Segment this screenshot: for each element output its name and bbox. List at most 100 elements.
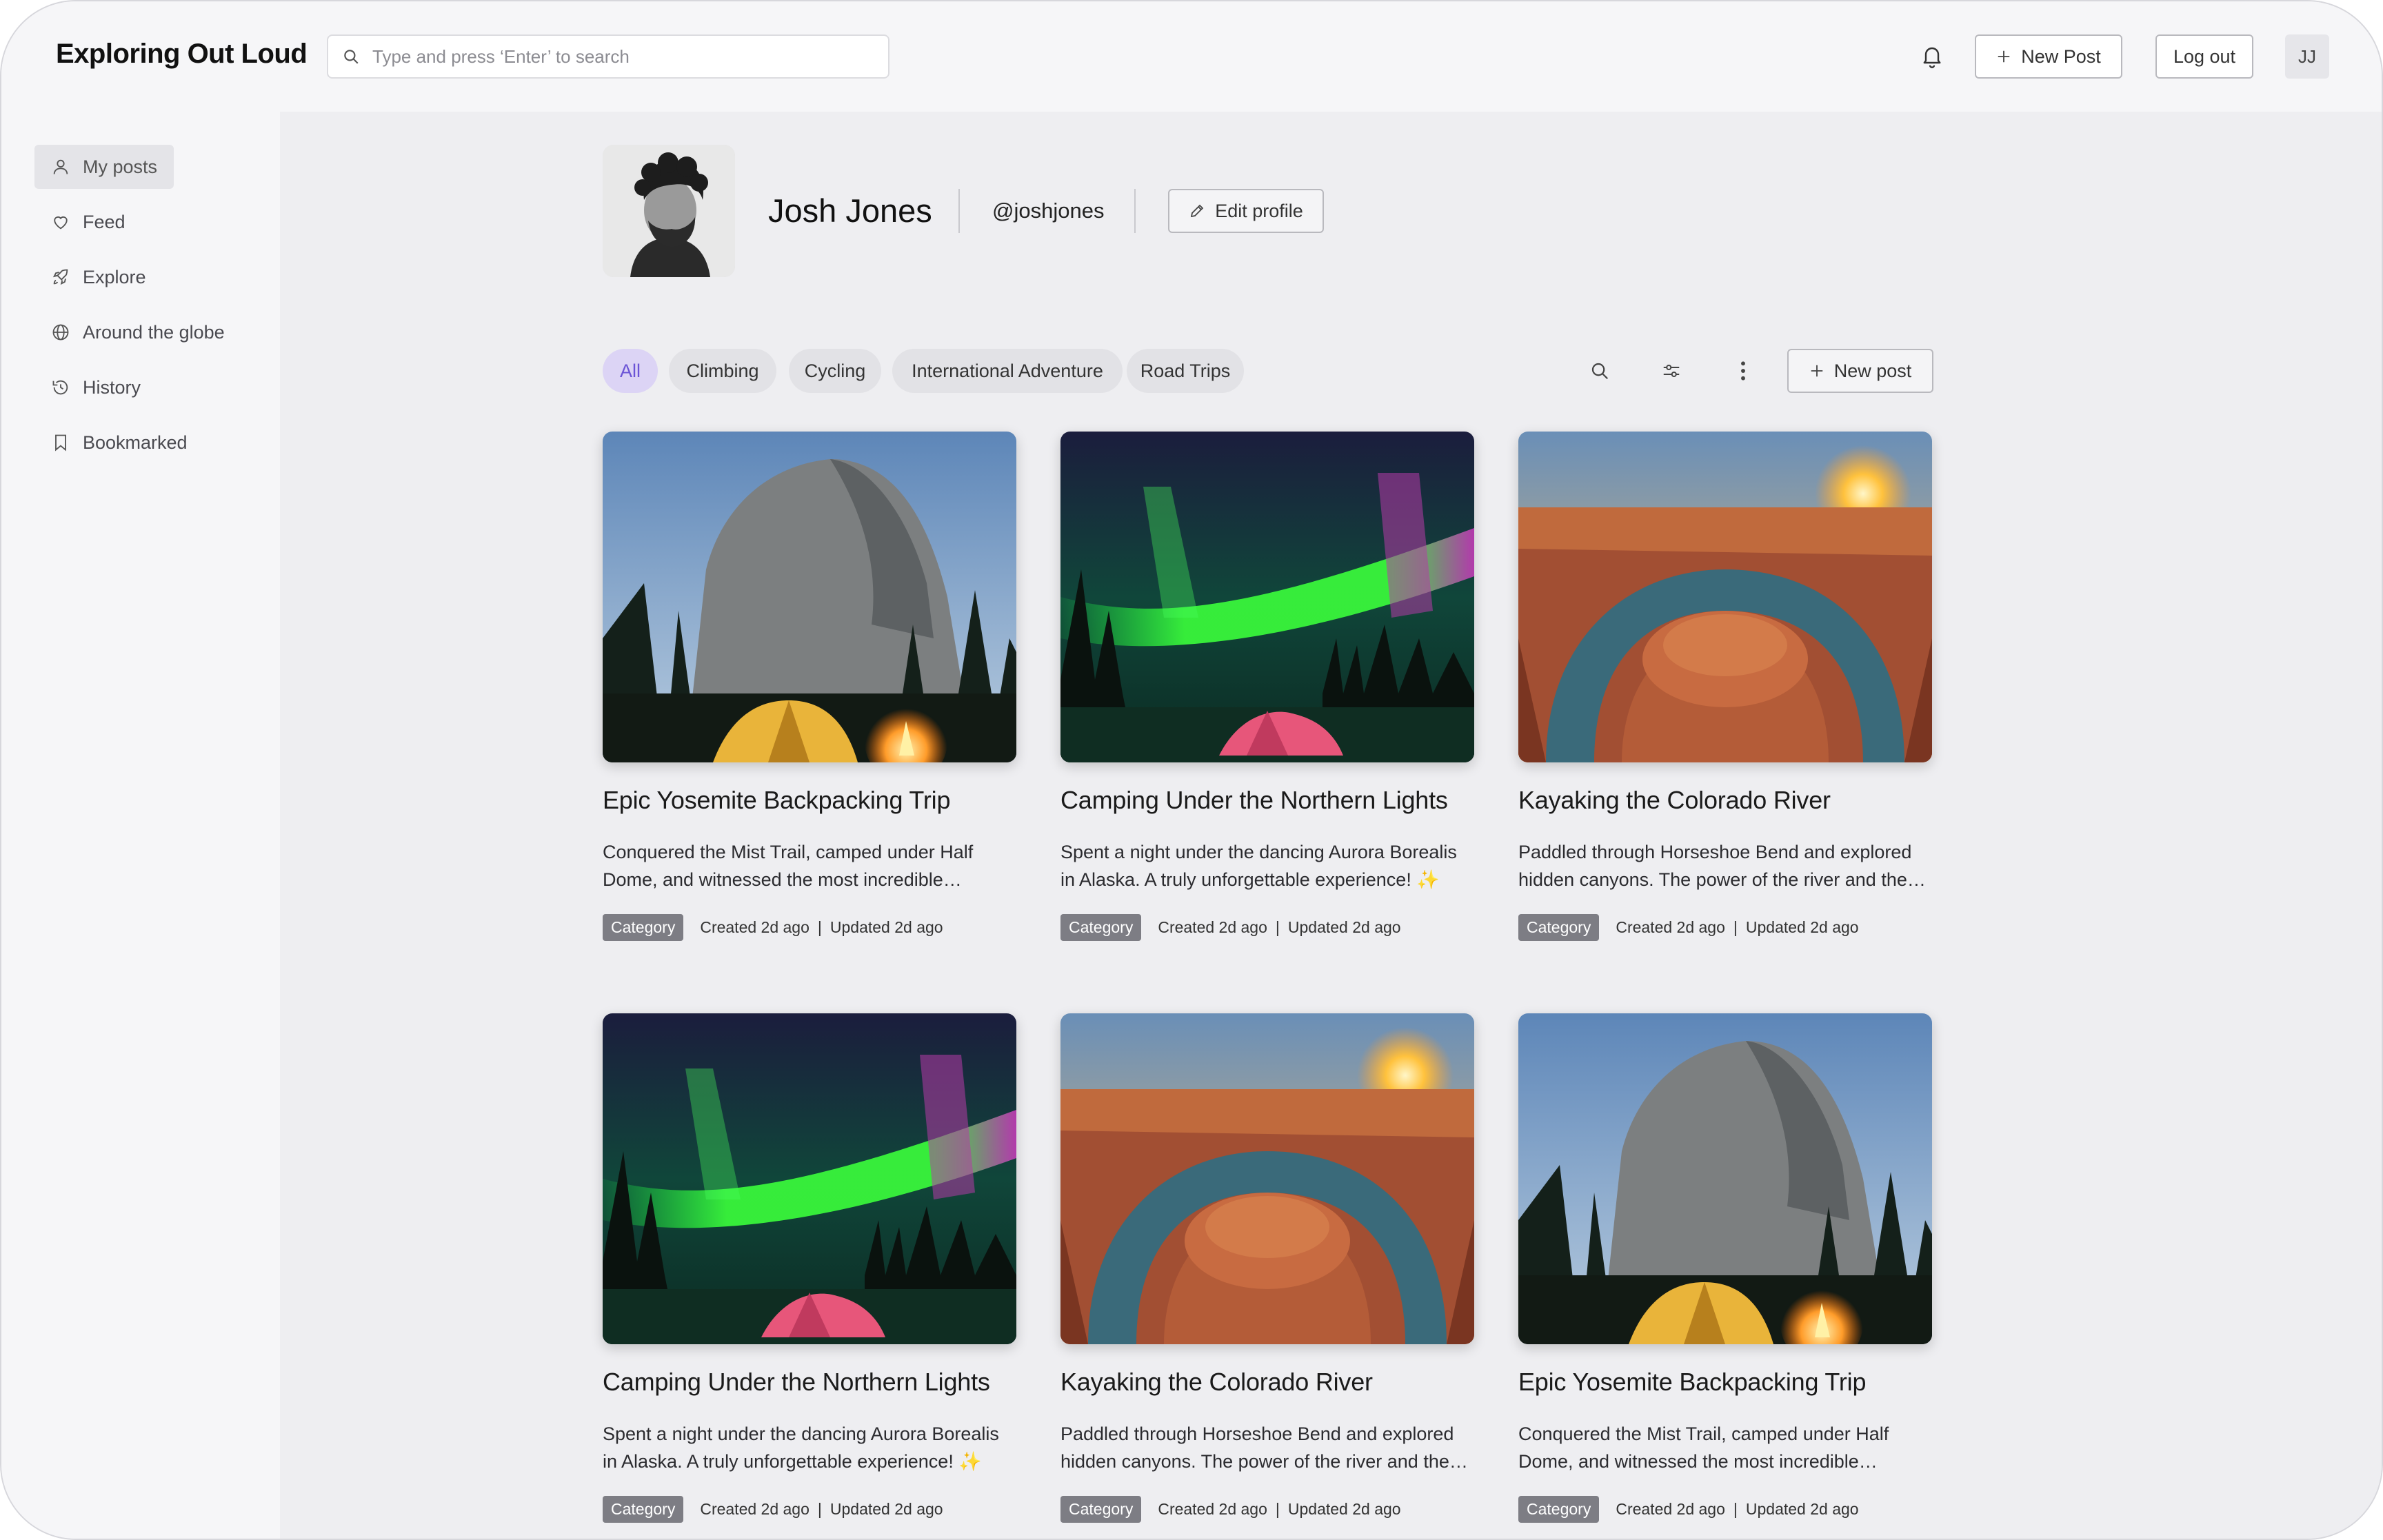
globe-icon xyxy=(51,323,70,342)
heart-icon xyxy=(51,212,70,232)
search-input[interactable] xyxy=(372,45,855,68)
sidebar: My posts Feed Explore Around the globe H… xyxy=(1,112,280,1539)
edit-profile-button[interactable]: Edit profile xyxy=(1168,189,1324,233)
post-card[interactable]: Kayaking the Colorado River Paddled thro… xyxy=(1518,432,1932,941)
meta-separator: | xyxy=(1733,918,1738,936)
post-card[interactable]: Epic Yosemite Backpacking Trip Conquered… xyxy=(1518,1013,1932,1523)
sidebar-item-label: History xyxy=(83,376,141,398)
meta-separator: | xyxy=(817,918,822,936)
sidebar-item-bookmarked[interactable]: Bookmarked xyxy=(34,421,204,465)
created-date: Created 2d ago xyxy=(1158,1500,1267,1518)
sidebar-item-label: My posts xyxy=(83,156,158,177)
search-icon xyxy=(342,48,360,65)
post-description: Spent a night under the dancing Aurora B… xyxy=(1060,842,1457,890)
history-icon xyxy=(51,378,70,397)
logout-button[interactable]: Log out xyxy=(2155,34,2253,79)
created-date: Created 2d ago xyxy=(1616,918,1725,936)
search-box[interactable] xyxy=(327,34,889,79)
filter-chip-road-trips[interactable]: Road Trips xyxy=(1127,349,1244,393)
post-meta: Category Created 2d ago | Updated 2d ago xyxy=(1518,1496,1932,1523)
post-image[interactable] xyxy=(603,1013,1016,1344)
created-date: Created 2d ago xyxy=(700,1500,810,1518)
sidebar-item-feed[interactable]: Feed xyxy=(34,200,142,244)
category-badge[interactable]: Category xyxy=(1060,914,1142,941)
updated-date: Updated 2d ago xyxy=(1287,1500,1401,1518)
user-avatar[interactable]: JJ xyxy=(2285,34,2329,79)
sidebar-item-label: Around the globe xyxy=(83,321,225,343)
search-icon[interactable] xyxy=(1583,354,1616,387)
post-title[interactable]: Camping Under the Northern Lights xyxy=(1060,786,1474,815)
sidebar-item-history[interactable]: History xyxy=(34,365,157,409)
post-title[interactable]: Camping Under the Northern Lights xyxy=(603,1368,1016,1397)
post-meta: Category Created 2d ago | Updated 2d ago xyxy=(1060,1496,1474,1523)
bookmark-icon xyxy=(51,433,70,452)
header-new-post-label: New Post xyxy=(2021,45,2101,67)
app-title[interactable]: Exploring Out Loud xyxy=(56,39,308,70)
post-card[interactable]: Camping Under the Northern Lights Spent … xyxy=(1060,432,1474,941)
post-description: Spent a night under the dancing Aurora B… xyxy=(603,1424,999,1472)
app-window: Exploring Out Loud New Post Log out JJ M xyxy=(0,0,2383,1540)
profile-handle: @joshjones xyxy=(992,199,1105,223)
category-badge[interactable]: Category xyxy=(603,914,684,941)
category-badge[interactable]: Category xyxy=(1060,1496,1142,1523)
created-date: Created 2d ago xyxy=(1616,1500,1725,1518)
post-meta: Category Created 2d ago | Updated 2d ago xyxy=(1518,914,1932,941)
edit-profile-label: Edit profile xyxy=(1215,200,1303,221)
filter-chip-all[interactable]: All xyxy=(603,349,658,393)
filter-chip-climbing[interactable]: Climbing xyxy=(669,349,776,393)
plus-icon xyxy=(1809,363,1824,378)
profile-photo xyxy=(603,145,735,277)
top-bar: Exploring Out Loud New Post Log out JJ xyxy=(1,1,2382,112)
created-date: Created 2d ago xyxy=(700,918,810,936)
category-badge[interactable]: Category xyxy=(1518,1496,1600,1523)
post-image[interactable] xyxy=(1060,1013,1474,1344)
filter-chip-cycling[interactable]: Cycling xyxy=(789,349,881,393)
category-badge[interactable]: Category xyxy=(603,1496,684,1523)
profile-name: Josh Jones xyxy=(768,192,932,229)
new-post-label: New post xyxy=(1833,360,1912,381)
updated-date: Updated 2d ago xyxy=(829,1500,943,1518)
post-meta: Category Created 2d ago | Updated 2d ago xyxy=(603,914,1016,941)
meta-separator: | xyxy=(1275,1500,1280,1518)
post-card[interactable]: Camping Under the Northern Lights Spent … xyxy=(603,1013,1016,1523)
post-image[interactable] xyxy=(1518,1013,1932,1344)
plus-icon xyxy=(1996,49,2011,64)
post-description: Paddled through Horseshoe Bend and explo… xyxy=(1518,842,1912,890)
post-description: Conquered the Mist Trail, camped under H… xyxy=(603,842,974,890)
post-card[interactable]: Epic Yosemite Backpacking Trip Conquered… xyxy=(603,432,1016,941)
post-title[interactable]: Epic Yosemite Backpacking Trip xyxy=(603,786,1016,815)
sliders-icon[interactable] xyxy=(1655,354,1688,387)
updated-date: Updated 2d ago xyxy=(829,918,943,936)
post-image[interactable] xyxy=(603,432,1016,762)
sidebar-item-my-posts[interactable]: My posts xyxy=(34,145,174,189)
pencil-icon xyxy=(1189,203,1205,219)
sidebar-item-label: Bookmarked xyxy=(83,432,188,453)
post-image[interactable] xyxy=(1060,432,1474,762)
updated-date: Updated 2d ago xyxy=(1745,918,1859,936)
updated-date: Updated 2d ago xyxy=(1287,918,1401,936)
sidebar-item-around-the-globe[interactable]: Around the globe xyxy=(34,310,241,354)
post-title[interactable]: Kayaking the Colorado River xyxy=(1518,786,1932,815)
meta-separator: | xyxy=(817,1500,822,1518)
post-title[interactable]: Epic Yosemite Backpacking Trip xyxy=(1518,1368,1932,1397)
sidebar-item-label: Feed xyxy=(83,211,125,232)
new-post-button[interactable]: New post xyxy=(1787,349,1933,393)
post-description: Paddled through Horseshoe Bend and explo… xyxy=(1060,1424,1454,1472)
post-description: Conquered the Mist Trail, camped under H… xyxy=(1518,1424,1889,1472)
more-vertical-icon[interactable] xyxy=(1727,354,1760,387)
post-title[interactable]: Kayaking the Colorado River xyxy=(1060,1368,1474,1397)
sidebar-item-label: Explore xyxy=(83,266,146,287)
logout-label: Log out xyxy=(2173,45,2236,67)
user-icon xyxy=(51,157,70,176)
meta-separator: | xyxy=(1733,1500,1738,1518)
filter-chip-international-adventure[interactable]: International Adventure xyxy=(892,349,1123,393)
header-new-post-button[interactable]: New Post xyxy=(1975,34,2122,79)
meta-separator: | xyxy=(1275,918,1280,936)
category-badge[interactable]: Category xyxy=(1518,914,1600,941)
sidebar-item-explore[interactable]: Explore xyxy=(34,255,163,299)
post-meta: Category Created 2d ago | Updated 2d ago xyxy=(603,1496,1016,1523)
divider xyxy=(1134,189,1136,233)
post-card[interactable]: Kayaking the Colorado River Paddled thro… xyxy=(1060,1013,1474,1523)
bell-icon[interactable] xyxy=(1916,40,1949,73)
post-image[interactable] xyxy=(1518,432,1932,762)
